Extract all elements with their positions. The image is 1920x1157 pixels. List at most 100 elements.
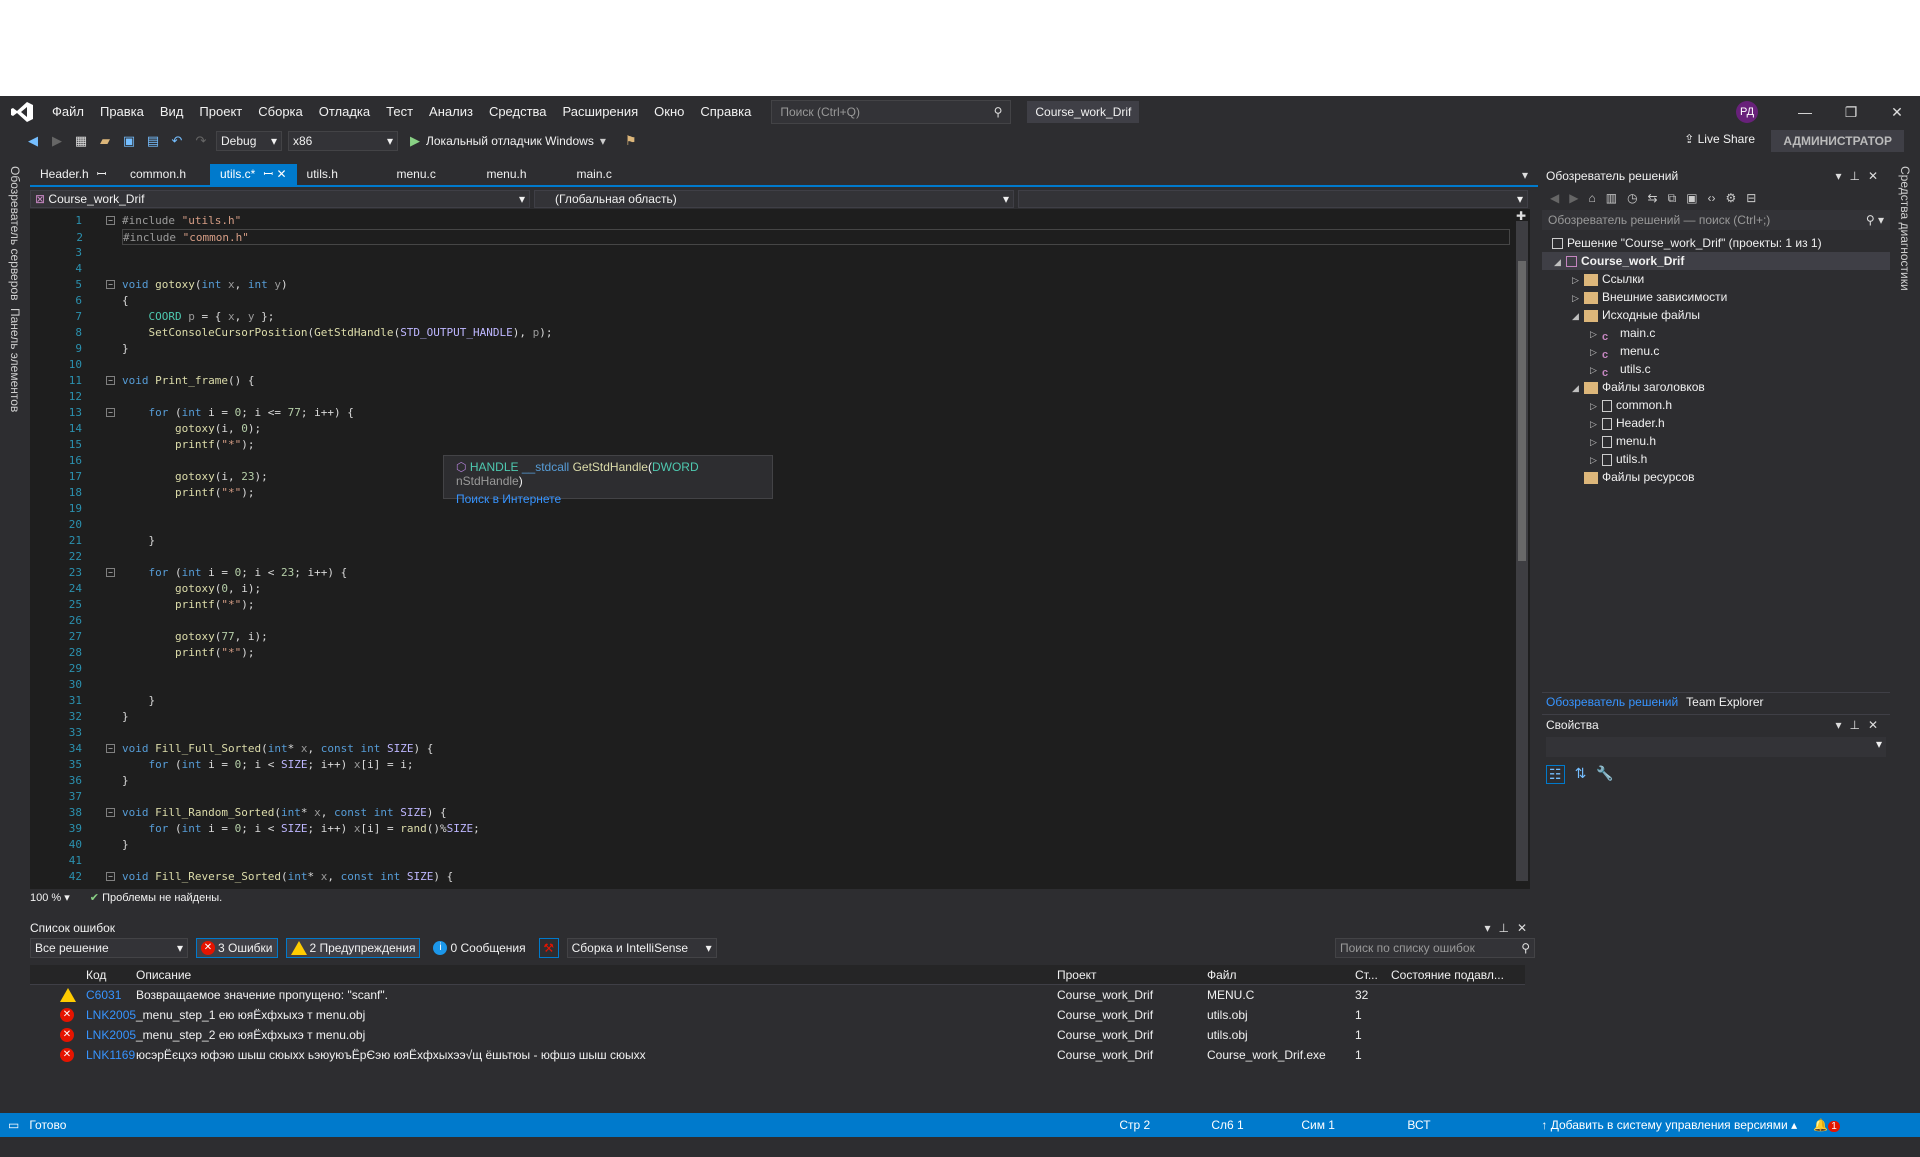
doc-tab[interactable]: utils.c* ꟷ ✕: [210, 164, 297, 185]
error-column-header[interactable]: Проект: [1057, 968, 1207, 982]
code-line[interactable]: 9}: [75, 341, 1510, 357]
redo-icon[interactable]: ↷: [192, 132, 210, 150]
chevron-down-icon[interactable]: ▾: [1484, 921, 1498, 935]
collapse-icon[interactable]: −: [106, 280, 115, 289]
code-view-icon[interactable]: ‹›: [1708, 191, 1716, 205]
collapsed-icon[interactable]: ▷: [1572, 289, 1584, 307]
error-code-link[interactable]: LNK1169: [86, 1048, 136, 1062]
collapse-icon[interactable]: −: [106, 872, 115, 881]
error-column-header[interactable]: Код: [86, 968, 136, 982]
error-column-header[interactable]: Состояние подавл...: [1391, 968, 1525, 982]
back-icon[interactable]: ◀: [24, 132, 42, 150]
pin-close-icon[interactable]: ꟷ: [97, 167, 107, 181]
collapse-icon[interactable]: −: [106, 744, 115, 753]
history-icon[interactable]: ◷: [1627, 191, 1637, 205]
code-line[interactable]: 16: [69, 453, 1510, 469]
code-line[interactable]: 14 gotoxy(i, 0);: [69, 421, 1510, 437]
tab-overflow-icon[interactable]: ▾: [1522, 168, 1528, 182]
code-line[interactable]: 6{: [75, 293, 1510, 309]
close-icon[interactable]: ✕: [1868, 169, 1886, 183]
categorized-icon[interactable]: ☷: [1546, 765, 1565, 784]
menu-item[interactable]: Тест: [378, 96, 421, 128]
collapsed-icon[interactable]: ▷: [1590, 343, 1602, 361]
save-icon[interactable]: ▣: [120, 132, 138, 150]
tree-item[interactable]: ▷ utils.h: [1542, 450, 1890, 468]
problems-indicator[interactable]: ✔ Проблемы не найдены.: [90, 891, 222, 904]
menu-item[interactable]: Справка: [692, 96, 759, 128]
collapse-icon[interactable]: −: [106, 408, 115, 417]
code-line[interactable]: 35 for (int i = 0; i < SIZE; i++) x[i] =…: [69, 757, 1510, 773]
errors-filter-button[interactable]: ✕ 3 Ошибки: [196, 938, 278, 958]
code-line[interactable]: 42 − void Fill_Reverse_Sorted(int* x, cons…: [69, 869, 1510, 885]
error-row[interactable]: ✕ LNK2005 _menu_step_2 ею юяЁхфхыхэ т menu…: [30, 1025, 1525, 1045]
error-code-link[interactable]: LNK2005: [86, 1028, 136, 1042]
pin-icon[interactable]: ⊥: [1849, 718, 1867, 732]
code-line[interactable]: 11 − void Print_frame() {: [69, 373, 1510, 389]
add-to-source-control-button[interactable]: ↑ Добавить в систему управления версиями…: [1541, 1118, 1803, 1132]
code-line[interactable]: 13 − for (int i = 0; i <= 77; i++) {: [69, 405, 1510, 421]
pin-close-icon[interactable]: ꟷ ✕: [263, 167, 286, 181]
config-select[interactable]: Debug ▾: [216, 131, 282, 151]
collapsed-icon[interactable]: ▷: [1590, 325, 1602, 343]
code-line[interactable]: 20: [69, 517, 1510, 533]
doc-tab[interactable]: menu.h: [477, 164, 567, 185]
code-line[interactable]: 25 printf("*");: [69, 597, 1510, 613]
notifications-icon[interactable]: 🔔 1: [1813, 1118, 1840, 1132]
expanded-icon[interactable]: ◢: [1572, 379, 1584, 397]
pin-preview-icon[interactable]: ⊟: [1746, 191, 1756, 205]
home-icon[interactable]: ⌂: [1588, 191, 1595, 205]
code-line[interactable]: 12: [69, 389, 1510, 405]
sync-icon[interactable]: ⇆: [1648, 191, 1658, 205]
error-search-input[interactable]: Поиск по списку ошибок ⚲: [1335, 938, 1535, 958]
property-pages-icon[interactable]: 🔧: [1596, 765, 1613, 784]
menu-item[interactable]: Расширения: [555, 96, 647, 128]
error-row[interactable]: ✕ LNK1169 юсэрЁєцхэ юфэю шыш сюыхх ьэюуюъЁ…: [30, 1045, 1525, 1065]
menu-item[interactable]: Окно: [646, 96, 692, 128]
code-line[interactable]: 31 }: [69, 693, 1510, 709]
code-line[interactable]: 32}: [69, 709, 1510, 725]
error-column-header[interactable]: Ст...: [1355, 968, 1391, 982]
properties-object-select[interactable]: ▾: [1546, 737, 1886, 757]
server-explorer-tab[interactable]: Обозреватель серверов: [8, 166, 22, 300]
scope-select[interactable]: Все решение ▾: [30, 938, 188, 958]
editor-scrollbar[interactable]: [1516, 221, 1528, 881]
code-line[interactable]: 18 printf("*");: [69, 485, 1510, 501]
quick-search-input[interactable]: Поиск (Ctrl+Q) ⚲: [771, 100, 1012, 124]
code-line[interactable]: 36}: [69, 773, 1510, 789]
code-editor[interactable]: 1− #include "utils.h" 2 #include "common.h"…: [30, 209, 1530, 889]
tree-item[interactable]: Файлы ресурсов: [1542, 468, 1890, 486]
tree-item[interactable]: ▷ Внешние зависимости: [1542, 288, 1890, 306]
collapsed-icon[interactable]: ▷: [1590, 415, 1602, 433]
collapsed-icon[interactable]: ▷: [1572, 271, 1584, 289]
warnings-filter-button[interactable]: 2 Предупреждения: [285, 938, 421, 958]
collapsed-icon[interactable]: ▷: [1590, 361, 1602, 379]
live-share-button[interactable]: ⇪ Live Share: [1684, 132, 1755, 146]
solution-search-input[interactable]: Обозреватель решений — поиск (Ctrl+;) ⚲ …: [1542, 210, 1890, 230]
code-line[interactable]: 39 for (int i = 0; i < SIZE; i++) x[i] =…: [69, 821, 1510, 837]
doc-tab[interactable]: utils.h: [297, 164, 387, 185]
collapsed-icon[interactable]: ▷: [1590, 433, 1602, 451]
pin-icon[interactable]: ⊥: [1849, 169, 1867, 183]
collapse-icon[interactable]: −: [106, 568, 115, 577]
tree-solution[interactable]: Решение "Course_work_Drif" (проекты: 1 и…: [1542, 234, 1890, 252]
show-all-files-icon[interactable]: ▣: [1686, 191, 1697, 205]
messages-filter-button[interactable]: i0 Сообщения: [428, 938, 530, 958]
forward-icon[interactable]: ▶: [1569, 191, 1578, 205]
code-line[interactable]: 22: [69, 549, 1510, 565]
error-code-link[interactable]: C6031: [86, 988, 136, 1002]
code-lines[interactable]: 1− #include "utils.h" 2 #include "common.h"…: [69, 213, 1510, 885]
minimize-icon[interactable]: —: [1782, 104, 1828, 120]
menu-item[interactable]: Файл: [44, 96, 92, 128]
solution-panel-tab[interactable]: Team Explorer: [1686, 695, 1763, 710]
code-line[interactable]: 26: [69, 613, 1510, 629]
tree-item[interactable]: ◢ Файлы заголовков: [1542, 378, 1890, 396]
code-line[interactable]: 40}: [69, 837, 1510, 853]
doc-tab[interactable]: menu.c: [387, 164, 477, 185]
code-line[interactable]: 7 COORD p = { x, y };: [75, 309, 1510, 325]
build-filter-icon[interactable]: ⚒: [538, 938, 559, 958]
doc-tab[interactable]: main.c: [567, 164, 657, 185]
open-file-icon[interactable]: ▰: [96, 132, 114, 150]
avatar[interactable]: РД: [1736, 101, 1758, 123]
code-line[interactable]: 5 − void gotoxy(int x, int y): [75, 277, 1510, 293]
forward-icon[interactable]: ▶: [48, 132, 66, 150]
